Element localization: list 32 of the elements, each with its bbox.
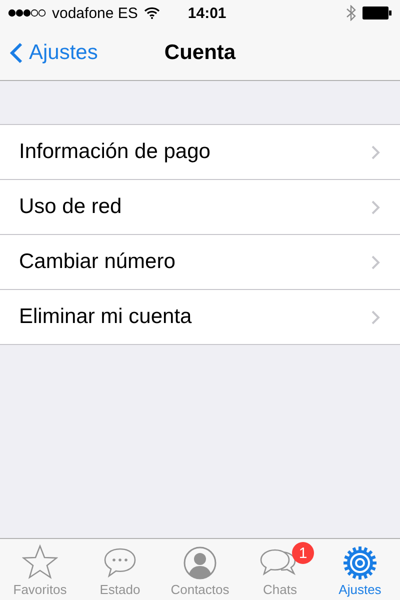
page-title: Cuenta: [164, 41, 236, 65]
wifi-icon: [144, 7, 160, 19]
row-label: Uso de red: [19, 195, 122, 219]
star-icon: [22, 544, 58, 580]
back-button[interactable]: Ajustes: [0, 41, 98, 65]
chevron-right-icon: [371, 310, 380, 324]
tab[interactable]: 1 Chats: [240, 539, 320, 600]
settings-row[interactable]: Cambiar número: [0, 234, 400, 289]
chevron-left-icon: [10, 42, 23, 64]
settings-row[interactable]: Información de pago: [0, 125, 400, 179]
clock-time: 14:01: [188, 4, 226, 22]
chevron-right-icon: [371, 144, 380, 160]
notification-badge: 1: [292, 542, 314, 564]
tab[interactable]: Ajustes: [320, 539, 400, 600]
back-label[interactable]: Ajustes: [29, 41, 98, 65]
signal-icon: [8, 9, 46, 17]
speech-bubble-icon: [103, 546, 137, 580]
person-icon: [183, 546, 217, 580]
settings-row[interactable]: Uso de red: [0, 179, 400, 234]
tab[interactable]: Estado: [80, 539, 160, 600]
bluetooth-icon: [346, 5, 356, 21]
settings-row[interactable]: Eliminar mi cuenta: [0, 289, 400, 344]
row-label: Cambiar número: [19, 250, 176, 274]
chevron-right-icon: [371, 200, 380, 214]
gear-icon: [343, 546, 377, 580]
tab[interactable]: Contactos: [160, 539, 240, 600]
tab[interactable]: Favoritos: [0, 539, 80, 600]
carrier-name: vodafone ES: [52, 4, 138, 22]
battery-icon: [362, 6, 392, 20]
row-label: Información de pago: [19, 140, 210, 164]
chevron-right-icon: [371, 254, 380, 270]
row-label: Eliminar mi cuenta: [19, 305, 192, 329]
